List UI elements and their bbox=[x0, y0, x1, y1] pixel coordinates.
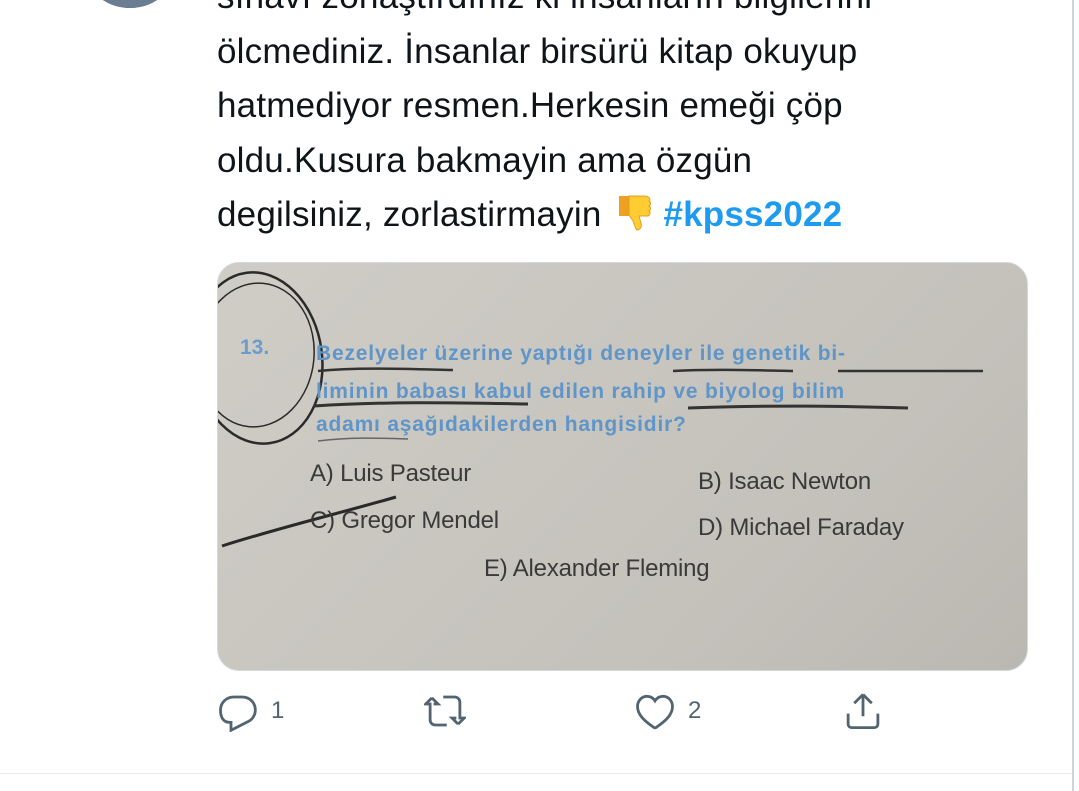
hashtag-link[interactable]: #kpss2022 bbox=[663, 195, 842, 234]
tweet-text: sınavı zorlaştırdınız ki insanların bilg… bbox=[217, 0, 1037, 243]
right-divider bbox=[1072, 0, 1074, 791]
option-e: E) Alexander Fleming bbox=[484, 555, 710, 582]
avatar[interactable] bbox=[80, 0, 180, 8]
option-d: D) Michael Faraday bbox=[698, 514, 904, 541]
share-button[interactable] bbox=[842, 690, 884, 732]
option-c: C) Gregor Mendel bbox=[310, 507, 499, 534]
reply-count: 1 bbox=[271, 697, 285, 724]
share-icon bbox=[846, 693, 880, 730]
option-a: A) Luis Pasteur bbox=[310, 460, 472, 487]
option-b: B) Isaac Newton bbox=[698, 468, 872, 495]
thumbs-down-icon bbox=[613, 190, 657, 234]
like-button[interactable]: 2 bbox=[634, 690, 701, 732]
tweet-line: sınavı zorlaştırdınız ki insanların bilg… bbox=[217, 0, 1037, 25]
tweet-line-text: degilsiniz, zorlastirmayin bbox=[217, 195, 602, 234]
retweet-button[interactable] bbox=[424, 690, 466, 732]
tweet-line: ölcmediniz. İnsanlar birsürü kitap okuyu… bbox=[217, 31, 858, 71]
question-number: 13. bbox=[240, 336, 270, 359]
tweet-divider bbox=[0, 773, 1072, 774]
tweet-line: oldu.Kusura bakmayin ama özgün bbox=[217, 140, 753, 180]
question-line: liminin babası kabul edilen rahip ve biy… bbox=[316, 380, 845, 403]
like-count: 2 bbox=[688, 697, 702, 724]
action-bar: 1 2 bbox=[0, 690, 1072, 750]
reply-button[interactable]: 1 bbox=[217, 690, 284, 732]
reply-icon bbox=[219, 695, 257, 732]
like-icon bbox=[636, 694, 674, 730]
question-line: Bezelyeler üzerine yaptığı deneyler ile … bbox=[316, 342, 846, 365]
tweet-photo[interactable]: 13. Bezelyeler üzerine yaptığı deneyler … bbox=[217, 262, 1028, 671]
tweet-line-last: degilsiniz, zorlastirmayin #kpss2022 bbox=[217, 188, 1037, 243]
tweet-line: hatmediyor resmen.Herkesin emeği çöp bbox=[217, 86, 843, 125]
question-line: adamı aşağıdakilerden hangisidir? bbox=[316, 413, 687, 436]
retweet-icon bbox=[424, 695, 466, 727]
